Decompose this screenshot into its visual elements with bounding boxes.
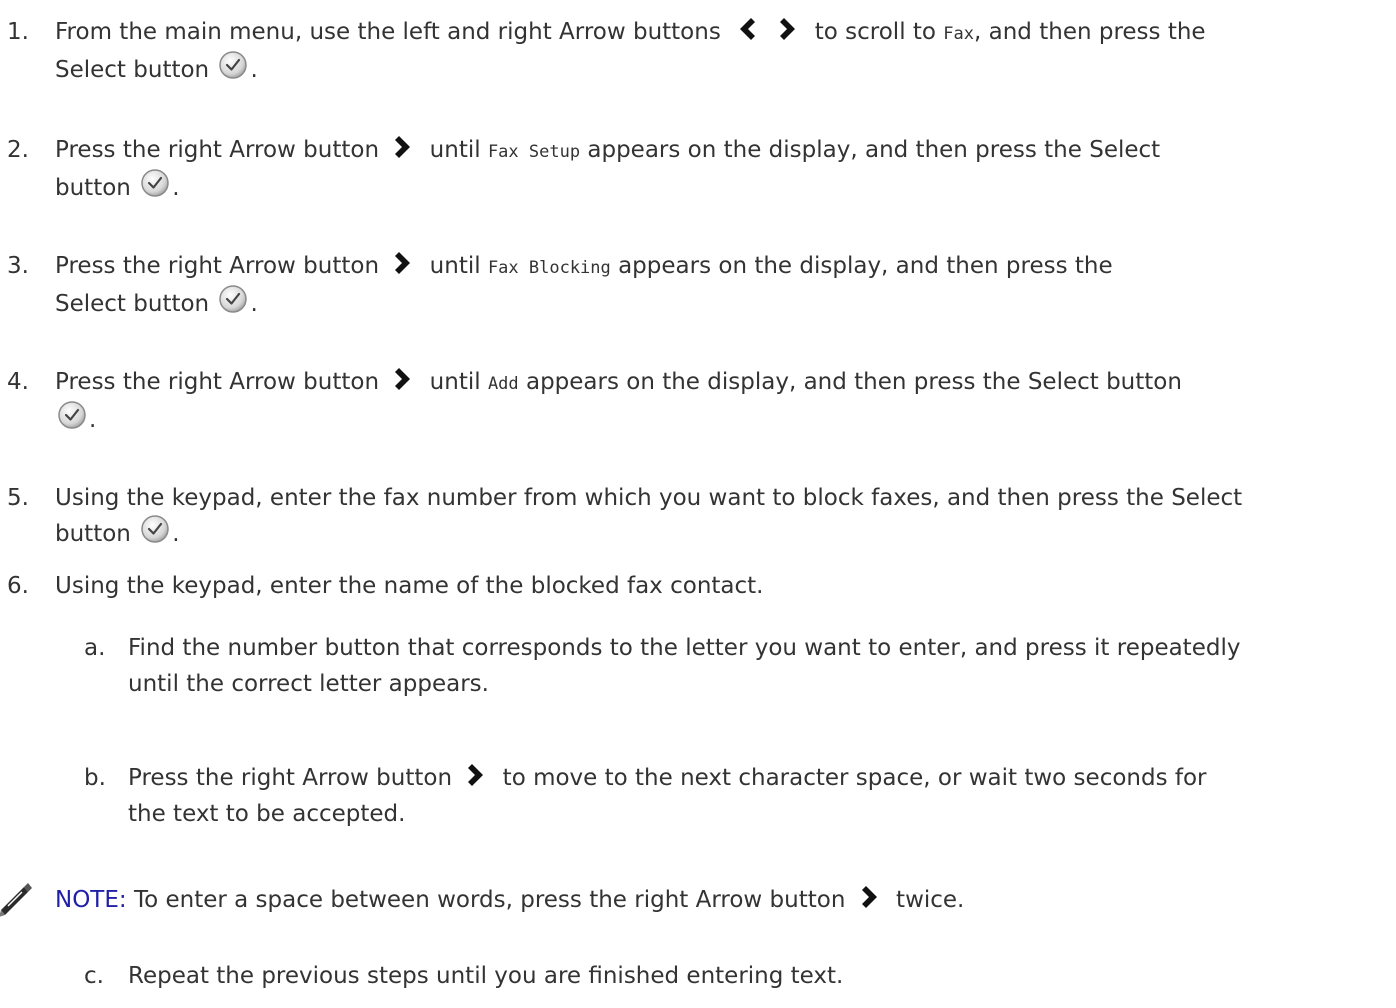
- step-text: Press the right Arrow button until Fax S…: [55, 132, 1385, 206]
- right-arrow-icon: [395, 135, 411, 158]
- substep-letter: b.: [84, 765, 106, 791]
- menu-item-fax-setup: Fax Setup: [487, 142, 581, 162]
- step-number: 1.: [7, 19, 29, 45]
- select-check-icon: [141, 514, 169, 543]
- step-number: 4.: [7, 369, 29, 395]
- step-4: 4. Press the right Arrow button until Ad…: [0, 364, 1396, 444]
- substep-text: Find the number button that corresponds …: [128, 635, 1241, 697]
- substep-letter: a.: [84, 635, 106, 661]
- left-arrow-icon: [740, 17, 756, 40]
- step-6: 6. Using the keypad, enter the name of t…: [0, 568, 1396, 608]
- select-check-icon: [219, 284, 248, 313]
- step-1: 1. From the main menu, use the left and …: [0, 14, 1396, 94]
- note: NOTE: To enter a space between words, pr…: [0, 882, 1396, 922]
- step-3: 3. Press the right Arrow button until Fa…: [0, 248, 1396, 328]
- step-text: Using the keypad, enter the name of the …: [55, 573, 764, 599]
- step-text: From the main menu, use the left and rig…: [55, 14, 1385, 88]
- note-pencil-icon: [0, 883, 32, 917]
- substep-text: Repeat the previous steps until you are …: [128, 963, 844, 989]
- right-arrow-icon: [395, 367, 411, 390]
- select-check-icon: [141, 168, 169, 197]
- step-number: 6.: [7, 573, 29, 599]
- menu-item-fax-blocking: Fax Blocking: [487, 258, 611, 278]
- step-5: 5. Using the keypad, enter the fax numbe…: [0, 480, 1396, 560]
- menu-item-fax: Fax: [943, 24, 975, 44]
- substep-c: c. Repeat the previous steps until you a…: [0, 958, 1396, 998]
- instructions-page: 1. From the main menu, use the left and …: [0, 0, 1396, 1008]
- select-check-icon: [58, 400, 86, 429]
- menu-item-add: Add: [487, 374, 519, 394]
- step-text: Press the right Arrow button until Add a…: [55, 364, 1385, 438]
- right-arrow-icon: [395, 251, 411, 274]
- step-2: 2. Press the right Arrow button until Fa…: [0, 132, 1396, 212]
- step-number: 3.: [7, 253, 29, 279]
- step-text: Using the keypad, enter the fax number f…: [55, 485, 1243, 547]
- step-text: Press the right Arrow button until Fax B…: [55, 248, 1385, 322]
- step-number: 2.: [7, 137, 29, 163]
- step-number: 5.: [7, 485, 29, 511]
- note-text: NOTE: To enter a space between words, pr…: [55, 882, 1385, 918]
- substep-text: Press the right Arrow button to move to …: [128, 760, 1378, 832]
- right-arrow-icon: [861, 885, 877, 908]
- note-label: NOTE:: [55, 887, 127, 913]
- substep-b: b. Press the right Arrow button to move …: [0, 760, 1396, 840]
- right-arrow-icon: [468, 763, 484, 786]
- substep-letter: c.: [84, 963, 104, 989]
- select-check-icon: [219, 50, 248, 79]
- substep-a: a. Find the number button that correspon…: [0, 630, 1396, 710]
- right-arrow-icon: [780, 17, 796, 40]
